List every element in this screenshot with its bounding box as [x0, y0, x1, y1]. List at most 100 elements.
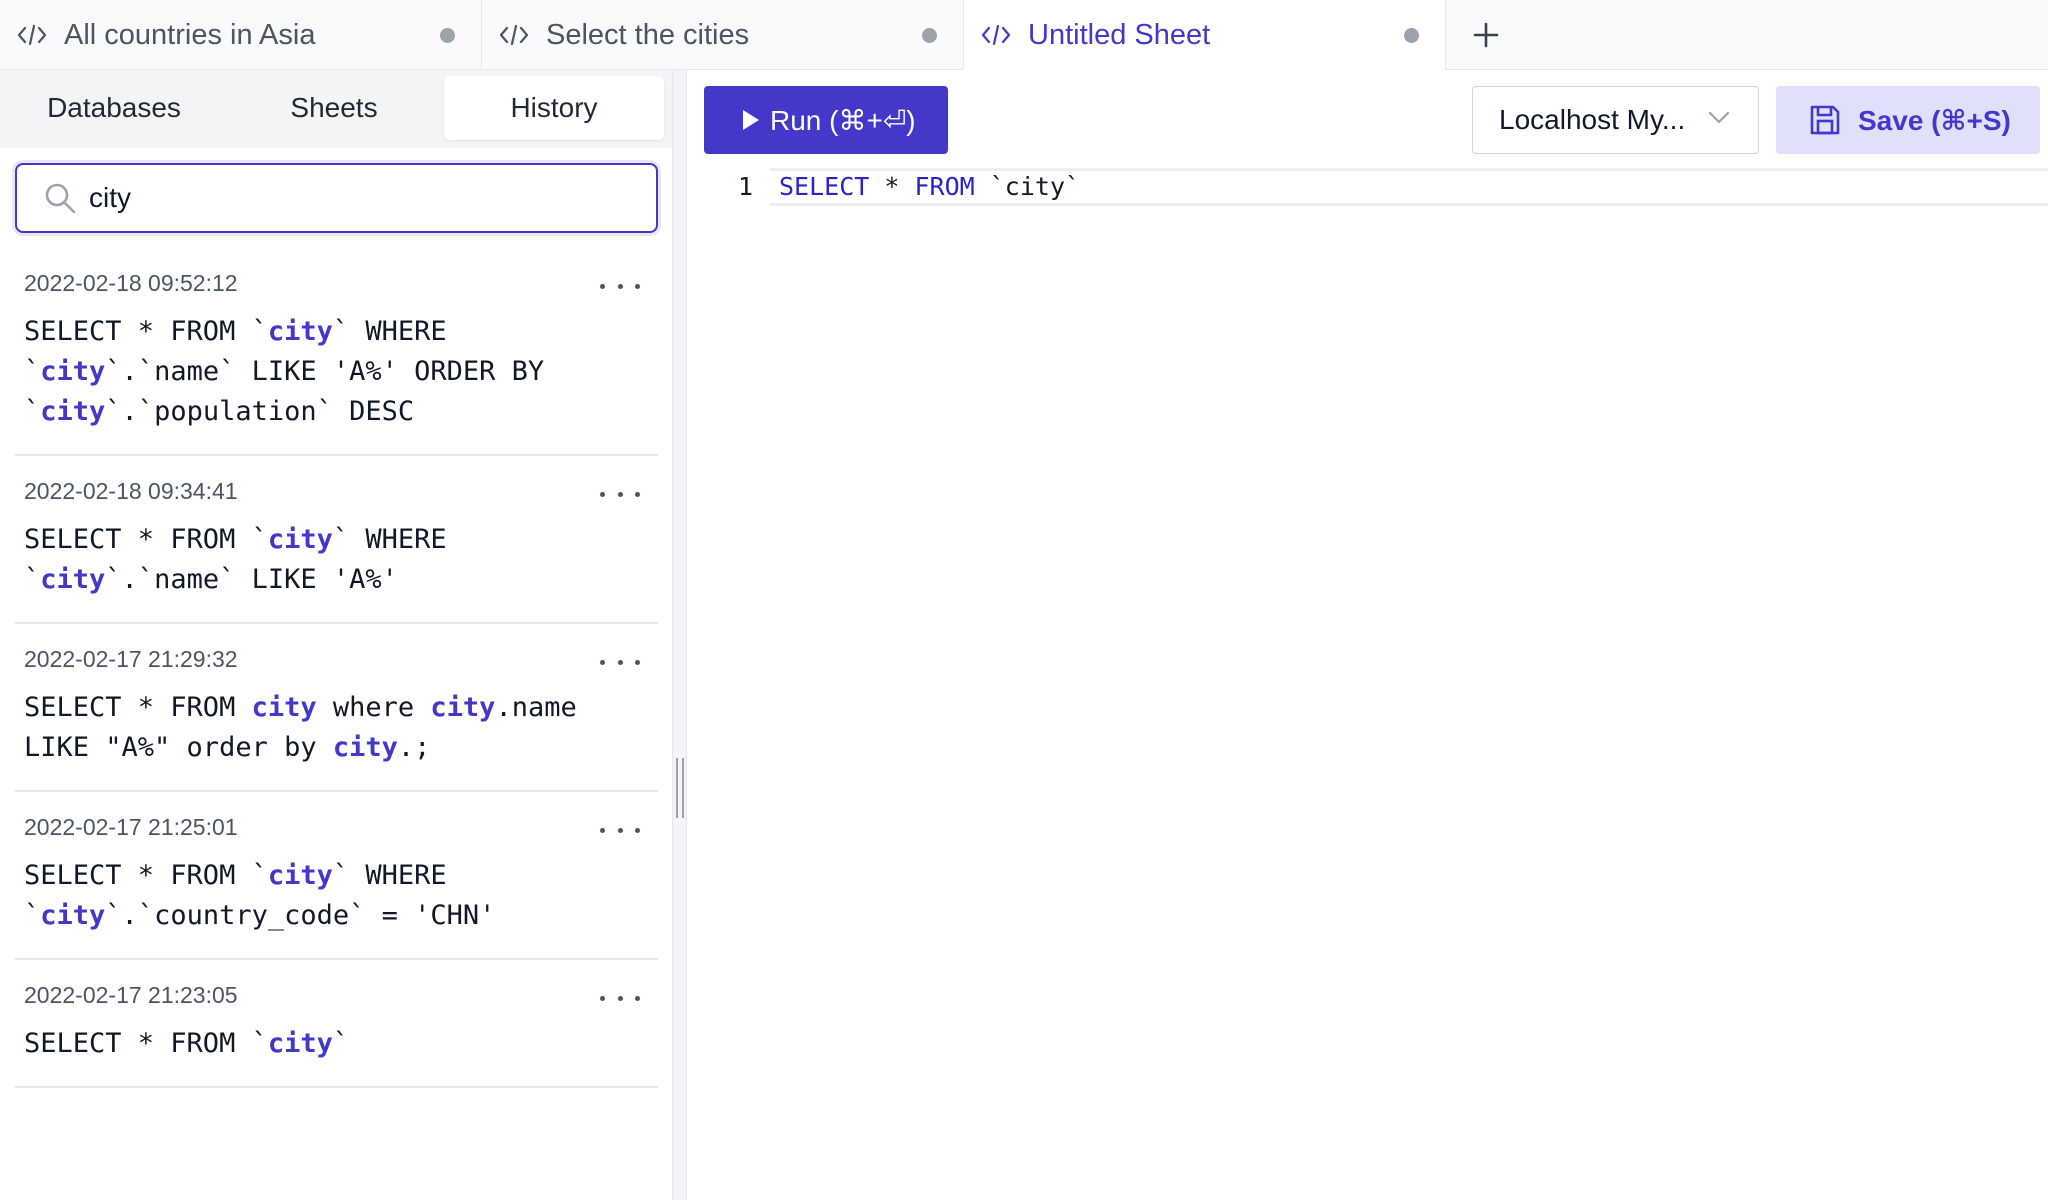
run-button-label: Run (⌘+⏎)	[770, 104, 916, 136]
search-match-highlight: city	[430, 692, 496, 723]
sql-line: SELECT * FROM `city` WHERE	[24, 856, 495, 896]
sql-text: ` WHERE	[332, 524, 447, 555]
search-match-highlight: city	[267, 316, 333, 347]
tab-label: All countries in Asia	[64, 18, 316, 51]
history-item-timestamp: 2022-02-17 21:29:32	[24, 646, 238, 672]
history-item-timestamp: 2022-02-18 09:34:41	[24, 478, 238, 504]
sql-text: `	[24, 356, 41, 387]
history-list: 2022-02-18 09:52:12 SELECT * FROM `city` …	[15, 248, 658, 1088]
more-options-icon[interactable]	[600, 650, 640, 674]
code-icon	[498, 22, 532, 48]
sql-line: `city`.`country_code` = 'CHN'	[24, 896, 495, 936]
search-match-highlight: city	[40, 900, 106, 931]
code-icon	[16, 22, 50, 48]
play-icon	[743, 110, 759, 130]
history-item-sql: SELECT * FROM `city` WHERE `city`.`countr…	[24, 856, 495, 936]
sql-text: `.`country_code` = 'CHN'	[105, 900, 496, 931]
more-options-icon[interactable]	[600, 482, 640, 506]
history-item-sql: SELECT * FROM `city` WHERE `city`.`name` …	[24, 312, 544, 432]
history-item[interactable]: 2022-02-17 21:23:05 SELECT * FROM `city`	[15, 960, 658, 1088]
sql-text: SELECT * FROM `	[24, 524, 268, 555]
more-options-icon[interactable]	[600, 818, 640, 842]
tab-untitled-sheet[interactable]: Untitled Sheet	[964, 0, 1446, 70]
sql-text: SELECT * FROM `	[24, 860, 268, 891]
tab-label: Untitled Sheet	[1028, 18, 1211, 51]
sql-line: `city`.`name` LIKE 'A%'	[24, 560, 447, 600]
run-button[interactable]: Run (⌘+⏎)	[704, 86, 948, 154]
sql-text: LIKE "A%" order by	[24, 732, 333, 763]
sql-text: `.`name` LIKE 'A%' ORDER BY	[105, 356, 545, 387]
segment-history[interactable]: History	[444, 76, 664, 140]
code-icon	[980, 22, 1014, 48]
history-item-timestamp: 2022-02-17 21:23:05	[24, 982, 238, 1008]
sidebar: Databases Sheets History 2022-02-18 09:5…	[0, 70, 672, 1200]
more-options-icon[interactable]	[600, 986, 640, 1010]
history-item-timestamp: 2022-02-18 09:52:12	[24, 270, 238, 296]
floppy-disk-icon	[1810, 105, 1840, 135]
sql-line: SELECT * FROM city where city.name	[24, 688, 577, 728]
history-item-sql: SELECT * FROM city where city.name LIKE "…	[24, 688, 577, 768]
sql-text: SELECT * FROM `	[24, 1028, 268, 1059]
history-item[interactable]: 2022-02-18 09:52:12 SELECT * FROM `city` …	[15, 248, 658, 456]
save-button[interactable]: Save (⌘+S)	[1776, 86, 2040, 154]
sql-text: .;	[397, 732, 431, 763]
sql-editor-line[interactable]: SELECT * FROM `city`	[779, 172, 1080, 201]
sql-text: .name	[495, 692, 577, 723]
sql-text: where	[316, 692, 431, 723]
sql-line: SELECT * FROM `city`	[24, 1024, 349, 1064]
history-item-sql: SELECT * FROM `city`	[24, 1024, 349, 1064]
sql-text: *	[869, 172, 915, 201]
tab-all-countries-in-asia[interactable]: All countries in Asia	[0, 0, 482, 70]
tab-bar: All countries in Asia Select the cities …	[0, 0, 2048, 70]
add-tab-button[interactable]	[1446, 0, 1526, 70]
sql-line: SELECT * FROM `city` WHERE	[24, 520, 447, 560]
search-match-highlight: city	[267, 860, 333, 891]
sql-text: `	[24, 396, 41, 427]
history-item-timestamp: 2022-02-17 21:25:01	[24, 814, 238, 840]
plus-icon	[1473, 22, 1499, 48]
panel-splitter	[672, 70, 687, 1200]
line-number: 1	[738, 172, 754, 201]
search-match-highlight: city	[40, 396, 106, 427]
sql-keyword: SELECT	[779, 172, 870, 201]
search-match-highlight: city	[251, 692, 317, 723]
sql-line: SELECT * FROM `city` WHERE	[24, 312, 544, 352]
search-match-highlight: city	[267, 524, 333, 555]
history-item[interactable]: 2022-02-18 09:34:41 SELECT * FROM `city` …	[15, 456, 658, 624]
search-icon	[43, 181, 77, 215]
connection-select-value: Localhost My...	[1499, 104, 1686, 135]
search-match-highlight: city	[332, 732, 398, 763]
sql-text: `.`population` DESC	[105, 396, 415, 427]
search-match-highlight: city	[40, 564, 106, 595]
segment-databases[interactable]: Databases	[4, 76, 224, 140]
sql-line: `city`.`population` DESC	[24, 392, 544, 432]
search-match-highlight: city	[40, 356, 106, 387]
sql-line: `city`.`name` LIKE 'A%' ORDER BY	[24, 352, 544, 392]
history-item[interactable]: 2022-02-17 21:25:01 SELECT * FROM `city` …	[15, 792, 658, 960]
save-button-label: Save (⌘+S)	[1858, 104, 2011, 136]
sql-text: ` WHERE	[332, 316, 447, 347]
sql-keyword: FROM	[914, 172, 975, 201]
unsaved-dot-icon[interactable]	[922, 28, 937, 43]
sql-text: ` WHERE	[332, 860, 447, 891]
search-match-highlight: city	[267, 1028, 333, 1059]
connection-select[interactable]: Localhost My...	[1472, 86, 1759, 154]
resize-handle[interactable]	[676, 758, 684, 818]
history-item[interactable]: 2022-02-17 21:29:32 SELECT * FROM city wh…	[15, 624, 658, 792]
history-item-sql: SELECT * FROM `city` WHERE `city`.`name` …	[24, 520, 447, 600]
more-options-icon[interactable]	[600, 274, 640, 298]
history-search-input[interactable]	[89, 182, 649, 214]
history-search-box	[15, 163, 658, 233]
unsaved-dot-icon[interactable]	[440, 28, 455, 43]
sql-text: `	[24, 564, 41, 595]
tab-select-the-cities[interactable]: Select the cities	[482, 0, 964, 70]
sidebar-segmented-control: Databases Sheets History	[0, 70, 672, 148]
sql-text: `	[332, 1028, 350, 1059]
sql-text: SELECT * FROM	[24, 692, 252, 723]
segment-sheets[interactable]: Sheets	[224, 76, 444, 140]
sql-text: `.`name` LIKE 'A%'	[105, 564, 398, 595]
sql-line: LIKE "A%" order by city.;	[24, 728, 577, 768]
unsaved-dot-icon[interactable]	[1404, 28, 1419, 43]
tab-label: Select the cities	[546, 18, 750, 51]
sql-text: SELECT * FROM `	[24, 316, 268, 347]
